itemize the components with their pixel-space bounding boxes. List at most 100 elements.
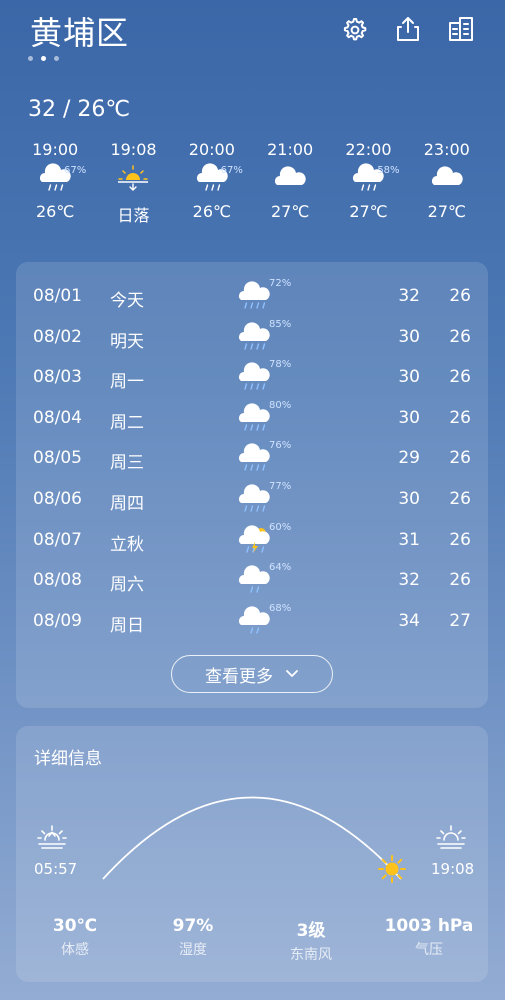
day-high: 31	[398, 529, 420, 550]
day-name: 周一	[110, 372, 144, 393]
hour-precip: 58%	[377, 165, 400, 176]
day-name: 今天	[110, 291, 144, 311]
hourly-item: 19:00 67% 26℃	[16, 140, 94, 232]
page-indicator	[28, 56, 59, 61]
hourly-item: 20:00 67% 26℃	[173, 140, 251, 232]
thunderstorm-icon	[239, 524, 270, 553]
day-name: 周三	[110, 453, 144, 474]
gear-icon[interactable]	[340, 14, 370, 44]
day-name: 明天	[110, 331, 144, 352]
day-high: 30	[398, 326, 420, 347]
day-precip: 60%	[269, 521, 292, 533]
light-rain-icon	[239, 565, 270, 593]
day-low: 26	[449, 529, 471, 550]
stat-value: 97%	[172, 916, 214, 936]
hour-temp: 日落	[117, 206, 150, 225]
day-precip: 64%	[269, 562, 292, 574]
day-date: 08/08	[33, 570, 82, 591]
day-low: 27	[449, 610, 471, 631]
day-high: 32	[398, 570, 420, 591]
day-high: 30	[398, 407, 420, 428]
day-date: 08/06	[33, 489, 82, 509]
daily-row[interactable]: 08/02 明天 85% 30 26	[16, 319, 488, 359]
hour-time: 23:00	[423, 140, 470, 159]
stat-item: 3级东南风	[252, 916, 370, 964]
hour-temp: 27℃	[349, 202, 388, 221]
hour-time: 21:00	[267, 140, 314, 159]
sun-position-icon	[378, 855, 406, 883]
sun-arc	[102, 796, 402, 880]
day-high: 29	[398, 448, 420, 469]
weather-stats: 30℃ 体感 97% 湿度 3级东南风 1003 hPa 气压	[16, 916, 488, 964]
hourly-forecast[interactable]: 19:00 67% 26℃ 19:08 日落 20:00 67% 26℃ 21:00 27℃ 22…	[16, 140, 486, 232]
day-precip: 80%	[269, 399, 292, 411]
stat-value: 3级	[296, 921, 326, 941]
day-date: 08/09	[33, 610, 82, 631]
day-date: 08/05	[33, 448, 82, 469]
daily-row[interactable]: 08/06 周四 77% 30 26	[16, 481, 488, 521]
city-list-icon[interactable]	[446, 14, 476, 44]
daily-row[interactable]: 08/09 周日 68% 34 27	[16, 603, 488, 643]
today-high-low: 32 / 26℃	[28, 97, 131, 122]
cloud-icon	[275, 166, 306, 185]
day-low: 26	[449, 489, 471, 509]
stat-item: 1003 hPa 气压	[370, 916, 488, 964]
day-high: 34	[398, 610, 420, 631]
stat-label: 气压	[415, 942, 443, 958]
hour-time: 19:08	[110, 140, 157, 159]
sunset-time: 19:08	[431, 860, 475, 878]
stat-value: 1003 hPa	[384, 916, 474, 936]
share-icon[interactable]	[393, 14, 423, 44]
view-more-label: 查看更多	[205, 666, 273, 687]
daily-row[interactable]: 08/04 周二 80% 30 26	[16, 400, 488, 440]
cloud-icon	[431, 166, 463, 185]
hourly-item: 21:00 27℃	[251, 140, 329, 232]
day-name: 立秋	[110, 534, 144, 555]
day-precip: 78%	[269, 359, 292, 371]
hourly-item: 19:08 日落	[94, 140, 172, 232]
view-more-button[interactable]: 查看更多	[171, 655, 333, 693]
sunrise-time: 05:57	[34, 860, 78, 878]
page-dot	[28, 56, 33, 61]
day-precip: 77%	[269, 481, 292, 492]
day-name: 周日	[110, 615, 144, 636]
day-low: 26	[449, 570, 471, 591]
day-high: 32	[398, 286, 420, 306]
day-date: 08/01	[33, 286, 82, 306]
chevron-down-icon	[286, 670, 298, 677]
day-low: 26	[449, 326, 471, 347]
day-date: 08/07	[33, 529, 82, 550]
stat-item: 30℃ 体感	[16, 916, 134, 964]
daily-row[interactable]: 08/05 周三 76% 29 26	[16, 440, 488, 480]
heavy-rain-icon	[239, 403, 270, 431]
daily-row[interactable]: 08/03 周一 78% 30 26	[16, 359, 488, 399]
day-precip: 76%	[269, 440, 292, 452]
day-name: 周二	[110, 412, 144, 433]
stat-label: 湿度	[179, 942, 207, 958]
heavy-rain-icon	[239, 321, 270, 350]
stat-label: 东南风	[290, 947, 332, 963]
daily-row[interactable]: 08/01 今天 72% 32 26	[16, 278, 488, 318]
heavy-rain-icon	[239, 362, 270, 390]
day-low: 26	[449, 448, 471, 469]
stat-value: 30℃	[52, 916, 98, 936]
light-rain-icon	[239, 606, 270, 634]
day-date: 08/03	[33, 367, 82, 388]
day-date: 08/04	[33, 407, 82, 428]
heavy-rain-icon	[239, 281, 270, 309]
daily-row[interactable]: 08/07 立秋 60% 31 26	[16, 522, 488, 562]
page-dot	[54, 56, 59, 61]
sunset-icon	[436, 825, 466, 849]
heavy-rain-icon	[239, 484, 270, 512]
daily-row[interactable]: 08/08 周六 64% 32 26	[16, 562, 488, 602]
hour-time: 22:00	[345, 140, 392, 159]
stat-item: 97% 湿度	[134, 916, 252, 964]
city-name: 黄埔区	[30, 14, 130, 52]
day-low: 26	[449, 286, 471, 306]
hour-temp: 26℃	[192, 202, 231, 221]
day-precip: 68%	[269, 602, 292, 614]
hour-precip: 67%	[64, 165, 87, 176]
day-high: 30	[398, 367, 420, 388]
day-precip: 72%	[269, 278, 292, 289]
stat-label: 体感	[61, 942, 89, 958]
